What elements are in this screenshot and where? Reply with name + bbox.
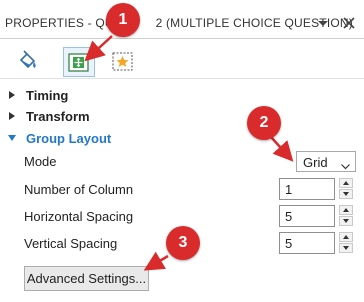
columns-stepper [339,178,353,200]
arrow-up-icon [343,181,349,185]
columns-label: Number of Column [24,182,134,197]
expand-arrow-icon [9,91,15,99]
titlebar-divider [0,38,364,39]
hspacing-value: 5 [285,209,293,224]
section-group-layout-label: Group Layout [26,131,112,146]
arrow-up-icon [343,235,349,239]
hspacing-input[interactable]: 5 [279,205,335,227]
chevron-down-icon [341,158,350,170]
vspacing-decrement-button[interactable] [339,243,353,253]
tab-group-layout[interactable] [63,47,95,77]
arrow-down-icon [343,192,349,196]
vspacing-increment-button[interactable] [339,232,353,242]
collapse-arrow-icon [8,135,16,141]
callout-badge-3: 3 [166,226,200,260]
vspacing-label: Vertical Spacing [24,236,118,251]
callout-badge-1: 1 [106,3,140,37]
panel-title: PROPERTIES - QUE 2 (MULTIPLE CHOICE QUES… [5,16,353,30]
property-tabs [0,40,364,80]
callout-badge-2: 2 [247,106,281,140]
mode-label: Mode [24,154,57,169]
section-timing-label: Timing [26,88,69,103]
advanced-settings-button[interactable]: Advanced Settings... [24,266,149,291]
section-timing[interactable]: Timing [0,85,364,107]
expand-arrow-icon [9,112,15,120]
vspacing-input[interactable]: 5 [279,232,335,254]
close-icon[interactable] [338,13,360,33]
section-transform-label: Transform [26,109,90,124]
vspacing-value: 5 [285,236,293,251]
mode-select[interactable]: Grid [296,151,356,172]
tab-fill[interactable] [13,47,45,77]
columns-input[interactable]: 1 [279,178,335,200]
tabs-divider [0,78,364,79]
columns-decrement-button[interactable] [339,189,353,199]
columns-increment-button[interactable] [339,178,353,188]
hspacing-increment-button[interactable] [339,205,353,215]
hspacing-decrement-button[interactable] [339,216,353,226]
section-transform[interactable]: Transform [0,106,364,128]
vspacing-stepper [339,232,353,254]
dropdown-arrow-icon[interactable] [312,13,334,33]
panel-titlebar: PROPERTIES - QUE 2 (MULTIPLE CHOICE QUES… [0,0,364,40]
arrow-up-icon [343,208,349,212]
columns-value: 1 [285,182,293,197]
tab-effects[interactable] [108,47,140,77]
arrow-down-icon [343,219,349,223]
arrow-down-icon [343,246,349,250]
mode-select-value: Grid [303,155,328,170]
hspacing-label: Horizontal Spacing [24,209,134,224]
hspacing-stepper [339,205,353,227]
section-group-layout[interactable]: Group Layout [0,128,364,150]
